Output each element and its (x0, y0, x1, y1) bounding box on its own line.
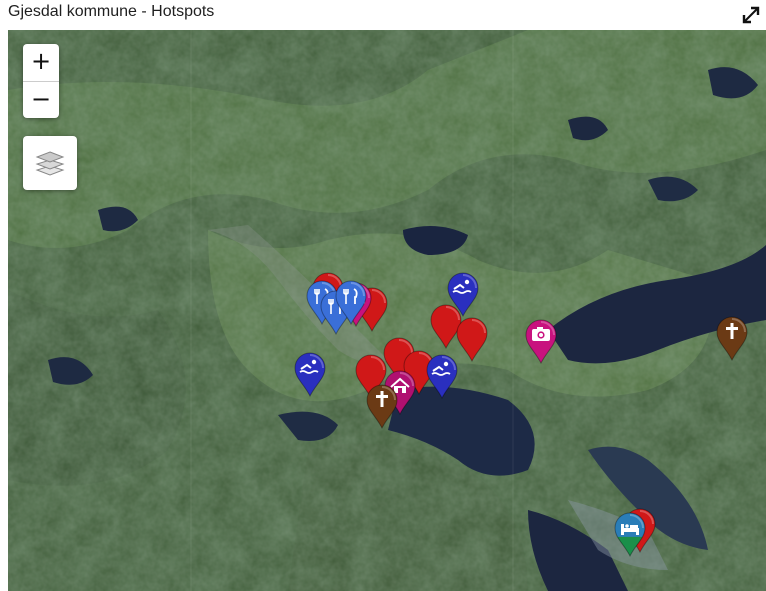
zoom-control: + − (23, 44, 59, 118)
title-bar: Gjesdal kommune - Hotspots (0, 0, 766, 30)
marker-restaurant[interactable] (333, 278, 369, 326)
zoom-out-button[interactable]: − (23, 82, 59, 119)
marker-swimming[interactable] (445, 270, 481, 318)
zoom-in-button[interactable]: + (23, 44, 59, 82)
camera-icon (532, 327, 550, 341)
fullscreen-button[interactable] (740, 4, 762, 26)
map-title: Gjesdal kommune - Hotspots (8, 3, 215, 20)
marker-photo[interactable] (523, 317, 559, 365)
marker-hotel[interactable] (612, 510, 648, 558)
layers-icon (35, 151, 65, 176)
layers-button[interactable] (23, 136, 77, 190)
map-view[interactable]: + − (8, 30, 766, 591)
marker-church[interactable] (364, 382, 400, 430)
marker-swimming[interactable] (292, 350, 328, 398)
marker-swimming[interactable] (424, 352, 460, 400)
marker-church[interactable] (714, 314, 750, 362)
expand-icon (742, 6, 760, 24)
